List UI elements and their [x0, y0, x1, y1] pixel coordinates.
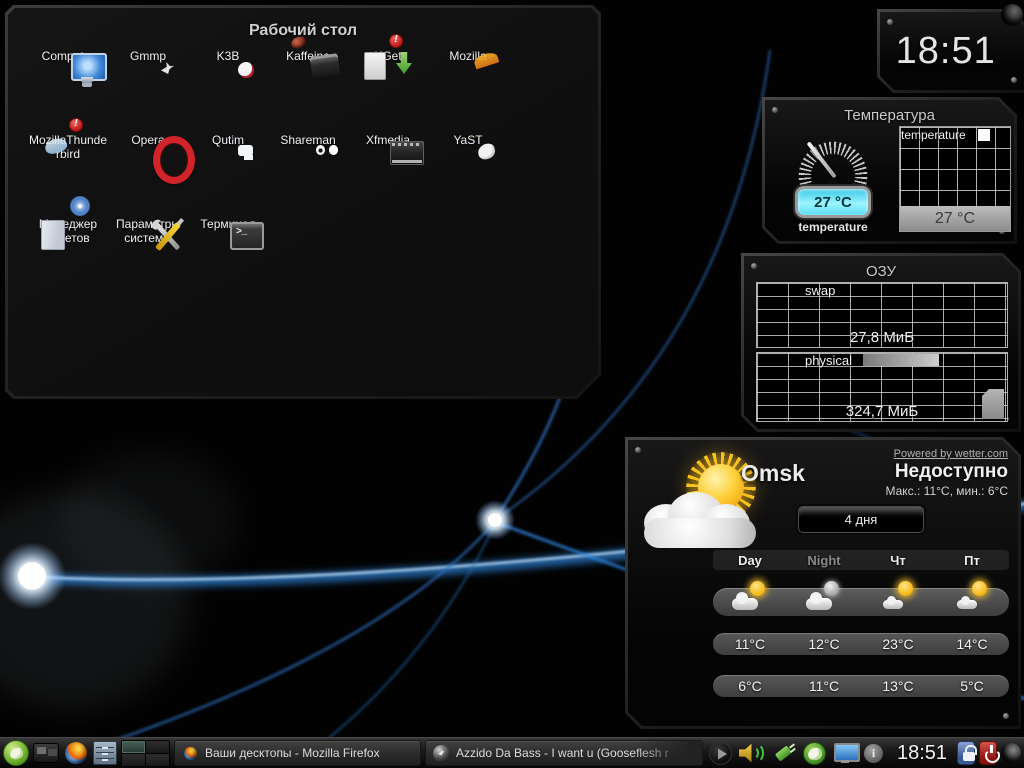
weather-minmax: Макс.: 11°C, мин.: 6°C: [885, 484, 1008, 498]
file-cabinet-icon[interactable]: [93, 741, 117, 765]
moon-behind-cloud-icon: [805, 587, 843, 613]
show-desktop-icon[interactable]: [33, 743, 59, 763]
physical-memory-chart: physical 324,7 МиБ: [756, 352, 1008, 422]
clock-widget[interactable]: 18:51: [877, 9, 1024, 93]
temperature-widget-title: Температура: [765, 107, 1014, 124]
swap-value: 27,8 МиБ: [757, 329, 1007, 346]
media-play-icon[interactable]: [709, 742, 732, 765]
physical-label: physical: [805, 353, 852, 368]
task-title: Azzido Da Bass - I want u (Gooseflesh r: [456, 746, 669, 760]
firefox-icon: [182, 745, 199, 762]
forecast-col-day[interactable]: Day: [713, 553, 787, 568]
weather-status: Недоступно: [895, 461, 1008, 483]
desktop-toolbox-cashew-icon[interactable]: [1001, 4, 1023, 26]
sun-small-cloud-icon: [953, 587, 991, 613]
screw-icon: [887, 19, 893, 25]
desktop-icon-terminal[interactable]: >_ Терминал: [188, 218, 268, 302]
panel-clock[interactable]: 18:51: [897, 742, 947, 765]
sun-small-cloud-icon: [879, 587, 917, 613]
desktop-icon-kget[interactable]: KGet: [348, 50, 428, 134]
screw-icon: [1003, 713, 1009, 719]
shutdown-button[interactable]: [979, 741, 997, 765]
temperature-gauge: 27 °C temperature: [777, 126, 889, 230]
desktop-icon-kaffeine[interactable]: Kaffeine: [268, 50, 348, 134]
forecast-col-fri[interactable]: Пт: [935, 553, 1009, 568]
display-icon[interactable]: [833, 742, 857, 764]
day-temperatures-row: 11°C 12°C 23°C 14°C: [713, 633, 1009, 655]
gauge-lcd-value: 27 °C: [795, 186, 871, 218]
chart-legend: temperature: [901, 128, 966, 142]
pager-desktop-3[interactable]: [122, 754, 145, 766]
gmmp-icon: [433, 745, 450, 762]
pager-desktop-2[interactable]: [146, 741, 169, 753]
desktop-icon-k3b[interactable]: K3B: [188, 50, 268, 134]
desktop-icon-system-settings[interactable]: Параметры системы: [108, 218, 188, 302]
volume-icon[interactable]: [739, 741, 765, 765]
pager-desktop-4[interactable]: [146, 754, 169, 766]
desktop-pager[interactable]: [121, 740, 170, 767]
forecast-col-night[interactable]: Night: [787, 553, 861, 568]
legend-swatch-icon: [978, 129, 990, 141]
folder-view-background: Рабочий стол Computer Gmmp K3B Kaffeine: [8, 8, 598, 396]
system-tray: i: [709, 741, 883, 765]
desktop-icon-xfmedia[interactable]: Xfmedia: [348, 134, 428, 218]
taskbar-panel: Ваши десктопы - Mozilla Firefox Azzido D…: [0, 737, 1024, 768]
swap-label: swap: [805, 283, 835, 298]
desktop-icon-computer[interactable]: Computer: [28, 50, 108, 134]
desktop-icon-opera[interactable]: Opera: [108, 134, 188, 218]
powered-by-link[interactable]: Powered by wetter.com: [894, 448, 1008, 460]
desktop-icon-yast[interactable]: YaST: [428, 134, 508, 218]
weather-city: Omsk: [728, 460, 818, 487]
info-icon[interactable]: i: [864, 744, 883, 763]
temperature-widget[interactable]: Температура 27 °C temperature temperatur…: [762, 97, 1017, 244]
screw-icon: [635, 447, 641, 453]
lock-screen-button[interactable]: [957, 741, 975, 765]
forecast-header-row: Day Night Чт Пт: [713, 550, 1009, 570]
desktop-icon-package-manager[interactable]: Менеджер пакетов: [28, 218, 108, 302]
taskbar-task-firefox[interactable]: Ваши десктопы - Mozilla Firefox: [174, 740, 421, 766]
weather-widget[interactable]: Omsk Powered by wetter.com Недоступно Ма…: [625, 437, 1021, 729]
temperature-history-chart: temperature 27 °C: [899, 126, 1011, 232]
screw-icon: [1011, 77, 1017, 83]
swap-usage-chart: swap 27,8 МиБ: [756, 282, 1008, 348]
desktop-icon-thunderbird[interactable]: MozillaThunderbird: [28, 134, 108, 218]
forecast-days-button[interactable]: 4 дня: [798, 506, 924, 533]
sun-behind-cloud-icon: [731, 587, 769, 613]
firefox-launcher-icon[interactable]: [63, 740, 89, 766]
folder-view-icon-grid: Computer Gmmp K3B Kaffeine KGet: [28, 50, 508, 302]
physical-value: 324,7 МиБ: [757, 403, 1007, 420]
desktop-icon-gmmp[interactable]: Gmmp: [108, 50, 188, 134]
forecast-icons-row: [713, 588, 1009, 616]
forecast-table: Day Night Чт Пт 11°C 12°C 23°C 14°C: [713, 550, 1009, 697]
network-plug-icon[interactable]: [772, 741, 796, 765]
desktop-icon-shareman[interactable]: Shareman: [268, 134, 348, 218]
task-title: Ваши десктопы - Mozilla Firefox: [205, 746, 380, 760]
chart-current-value: 27 °C: [900, 206, 1010, 231]
desktop-icon-qutim[interactable]: Qutim: [188, 134, 268, 218]
desktop: Рабочий стол Computer Gmmp K3B Kaffeine: [0, 0, 1024, 768]
night-temperatures-row: 6°C 11°C 13°C 5°C: [713, 675, 1009, 697]
suse-updater-icon[interactable]: [803, 742, 826, 765]
panel-toolbox-cashew-icon[interactable]: [1001, 743, 1021, 763]
physical-usage-bar: [863, 354, 939, 366]
clock-widget-time: 18:51: [880, 30, 1011, 73]
ram-widget[interactable]: ОЗУ swap 27,8 МиБ physical 324,7 МиБ: [741, 253, 1021, 432]
gauge-label: temperature: [777, 220, 889, 234]
desktop-icon-mozilla[interactable]: Mozilla: [428, 50, 508, 134]
folder-view-widget[interactable]: Рабочий стол Computer Gmmp K3B Kaffeine: [5, 5, 601, 399]
taskbar-task-gmmp[interactable]: Azzido Da Bass - I want u (Gooseflesh r: [425, 740, 703, 766]
forecast-col-thu[interactable]: Чт: [861, 553, 935, 568]
kickoff-menu-button[interactable]: [3, 740, 29, 766]
ram-widget-title: ОЗУ: [744, 263, 1018, 280]
pager-desktop-1[interactable]: [122, 741, 145, 753]
